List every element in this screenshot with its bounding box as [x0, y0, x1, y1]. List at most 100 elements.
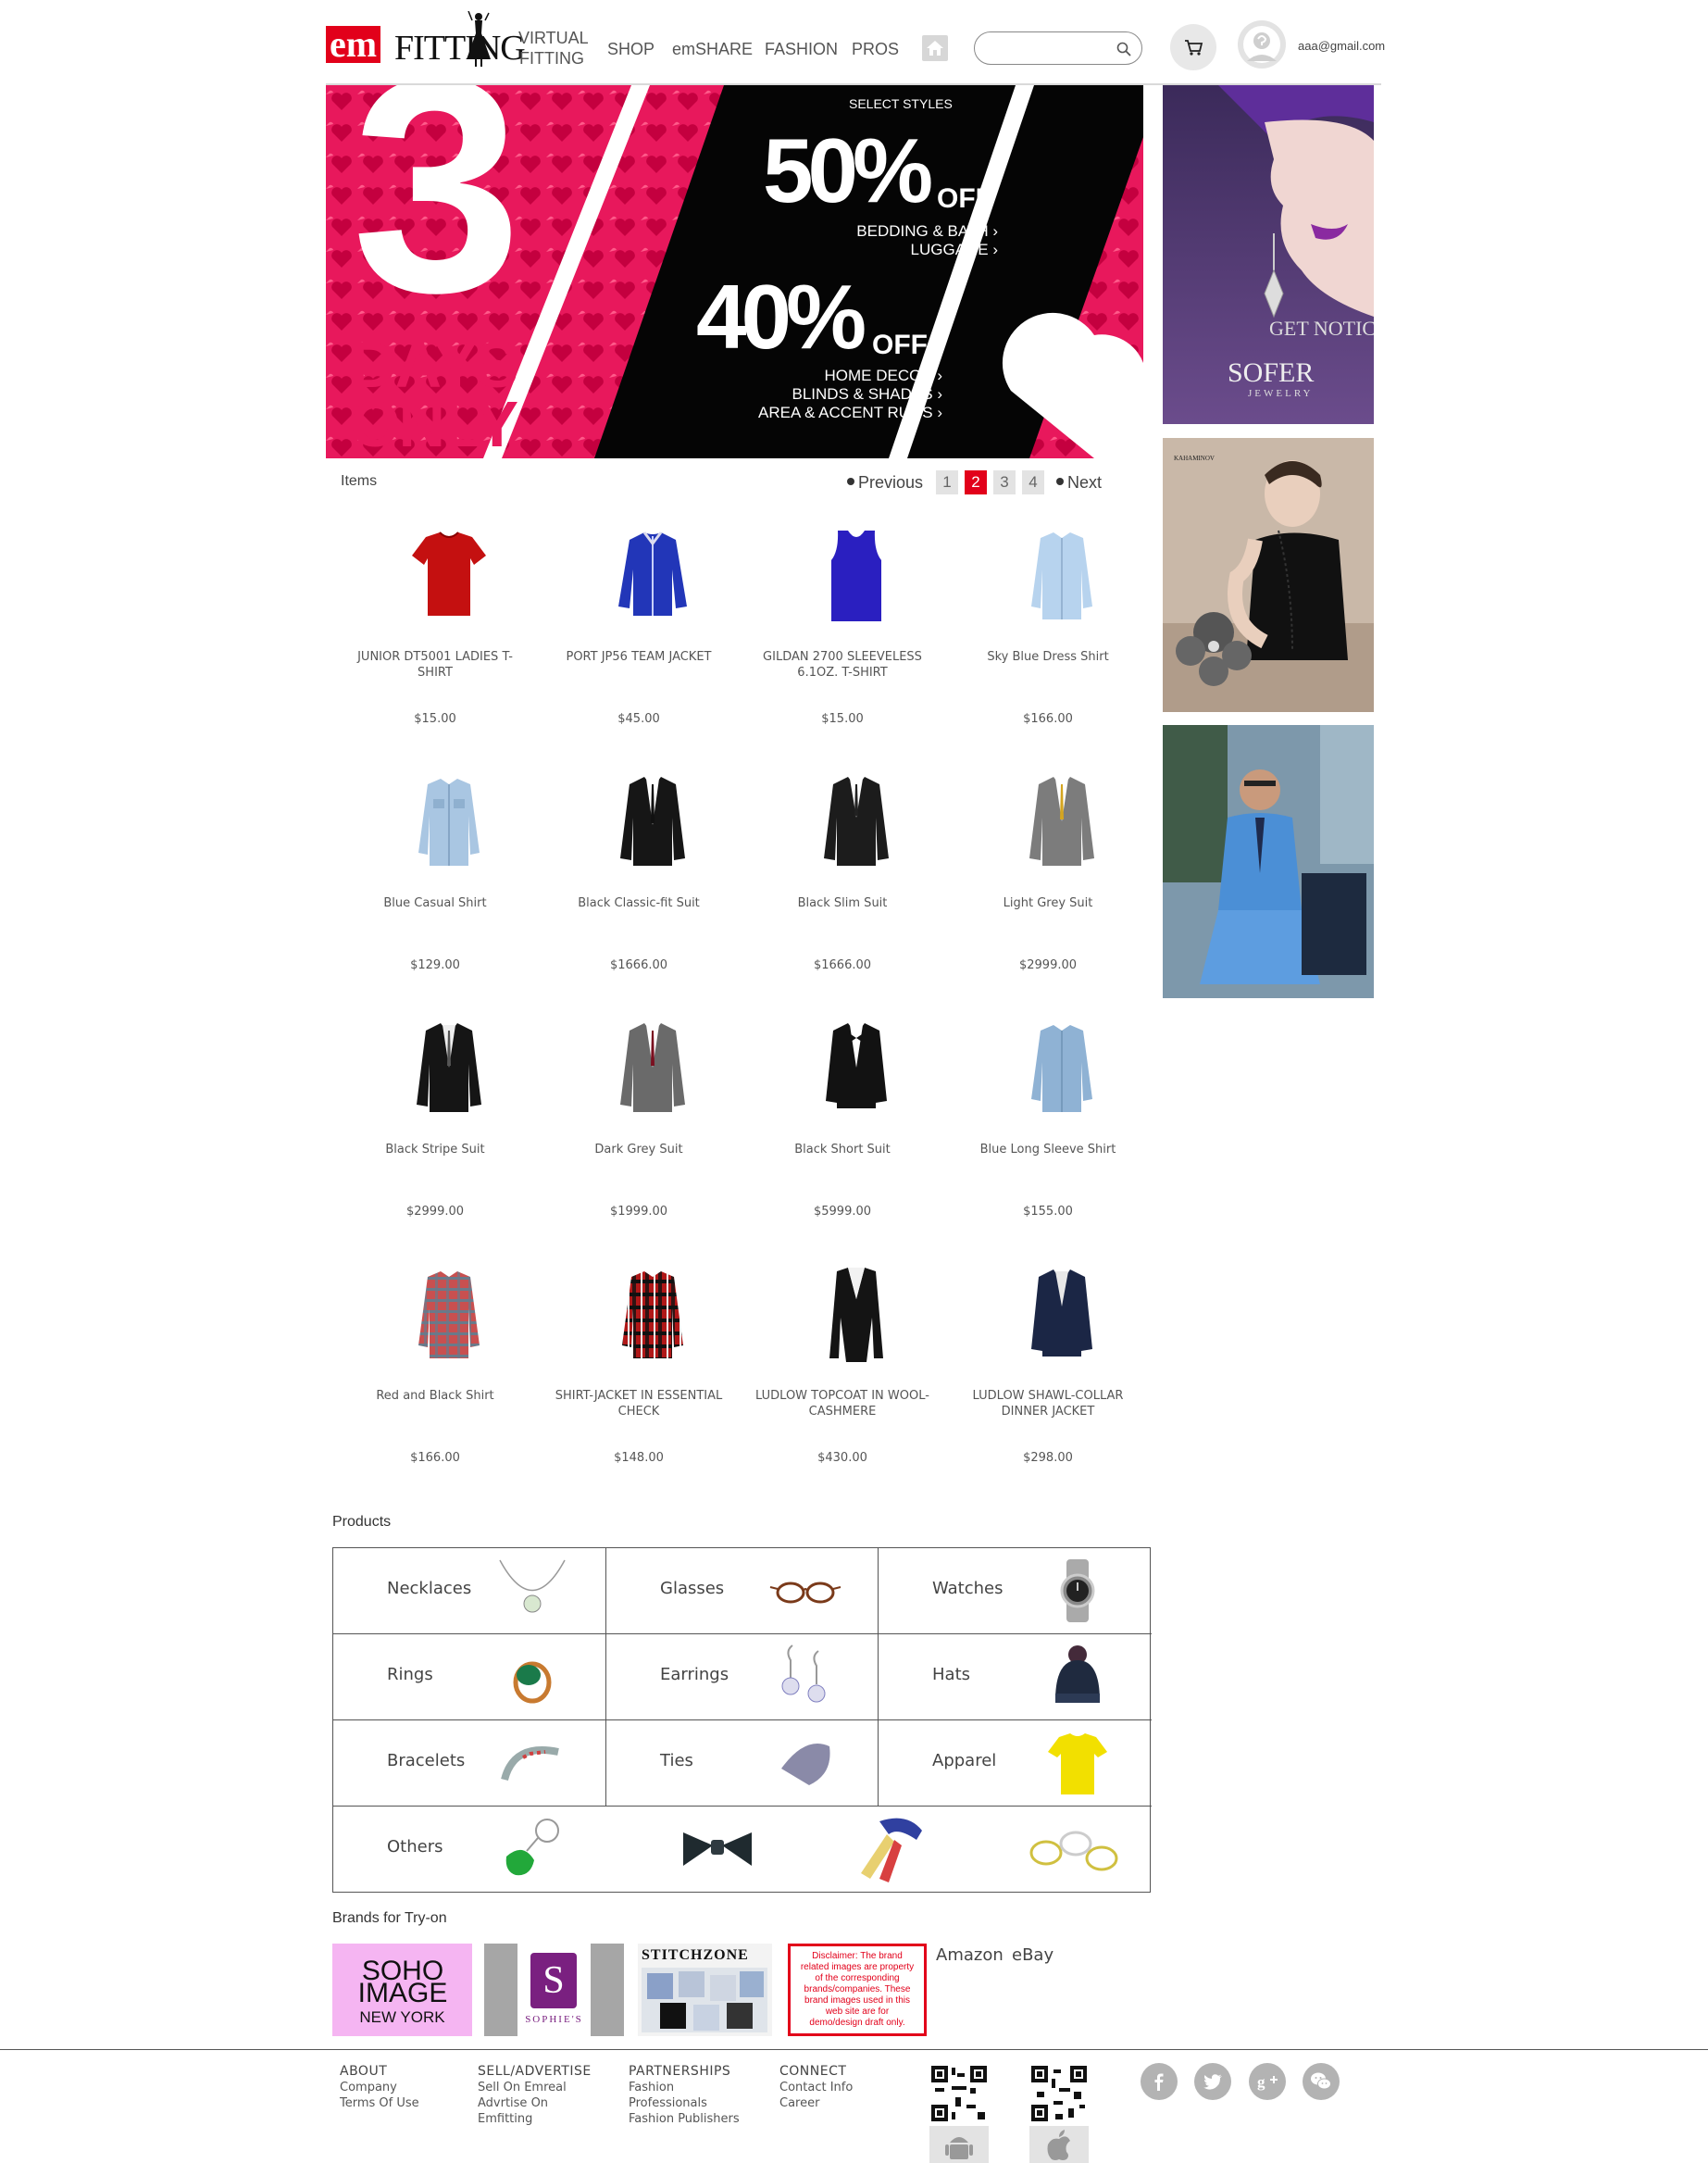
pager-previous-label: Previous — [858, 473, 924, 492]
category-label: Ties — [660, 1751, 693, 1770]
twitter-icon — [1203, 2074, 1222, 2090]
ios-download[interactable] — [1029, 2126, 1089, 2163]
footer-link-career[interactable]: Career — [779, 2095, 853, 2111]
cart-button[interactable] — [1170, 24, 1216, 70]
footer-divider — [0, 2049, 1708, 2050]
category-earrings[interactable]: Earrings — [606, 1634, 879, 1720]
product-price: $298.00 — [1023, 1451, 1073, 1465]
kahaminov-brand: KAHAMINOV — [1174, 455, 1215, 462]
category-necklaces[interactable]: Necklaces — [333, 1548, 606, 1634]
footer-partnerships: PARTNERSHIPS Fashion Professionals Fashi… — [629, 2064, 740, 2127]
nav-emshare[interactable]: emSHARE — [672, 39, 753, 59]
category-hats[interactable]: Hats — [879, 1634, 1152, 1720]
category-grid: Necklaces Glasses Watches Rings Earrings… — [332, 1547, 1152, 1893]
ad-men-fashion[interactable] — [1163, 725, 1374, 998]
ad-kahaminov[interactable]: KAHAMINOV — [1163, 438, 1374, 712]
category-bracelets[interactable]: Bracelets — [333, 1720, 606, 1807]
nav-pros[interactable]: PROS — [852, 39, 899, 59]
model-portrait-image: GET NOTICED SOFER JEWELRY — [1163, 85, 1374, 424]
header: em FITTING VIRTUAL FITTING SHOP emSHARE … — [326, 0, 1385, 85]
twitter-button[interactable] — [1194, 2063, 1231, 2100]
footer-link-professionals[interactable]: Professionals — [629, 2095, 740, 2111]
google-plus-button[interactable]: g — [1249, 2063, 1286, 2100]
banner-days: DAYS — [350, 329, 518, 401]
search-icon[interactable] — [1116, 41, 1132, 57]
pager-page-4[interactable]: 4 — [1022, 470, 1044, 494]
brand-ebay-link[interactable]: eBay — [1012, 1945, 1053, 1965]
footer-link-sell-on-emreal[interactable]: Sell On Emreal — [478, 2080, 592, 2095]
brand-soho-image[interactable]: SOHO IMAGE NEW YORK — [332, 1944, 472, 2036]
wechat-button[interactable] — [1303, 2063, 1340, 2100]
pager-next[interactable]: Next — [1056, 473, 1102, 493]
product-price: $1999.00 — [609, 1205, 668, 1219]
navy-jacket-image — [1031, 1269, 1092, 1357]
facebook-icon — [1154, 2073, 1164, 2091]
product-price: $166.00 — [1023, 712, 1073, 726]
shopping-cart-icon — [1185, 40, 1203, 56]
category-glasses[interactable]: Glasses — [606, 1548, 879, 1634]
android-qr-code[interactable] — [929, 2064, 989, 2123]
product-price: $430.00 — [817, 1451, 867, 1465]
black-suit-image — [417, 1023, 481, 1112]
footer-link-contact-info[interactable]: Contact Info — [779, 2080, 853, 2095]
banner-off-1: OFF — [937, 183, 992, 214]
banner-deal-2: HOME DECOR › BLINDS & SHADES › AREA & AC… — [705, 367, 942, 422]
banner-days-only: DAYS ONLY — [350, 329, 518, 456]
footer-link-fashion-publishers[interactable]: Fashion Publishers — [629, 2111, 740, 2127]
category-others[interactable]: Others — [333, 1807, 1152, 1893]
brand-stitchzone[interactable]: STITCHZONE — [638, 1944, 772, 2036]
category-ties[interactable]: Ties — [606, 1720, 879, 1807]
model-jewelry-image: KAHAMINOV — [1163, 438, 1374, 712]
category-label: Necklaces — [387, 1579, 472, 1598]
nav-shop[interactable]: SHOP — [607, 39, 655, 59]
footer-sell-heading: SELL/ADVERTISE — [478, 2064, 592, 2079]
promo-banner[interactable]: 3 DAYS ONLY SELECT STYLES 50% OFF BEDDIN… — [326, 85, 1143, 458]
banner-home-decor: HOME DECOR › — [824, 367, 943, 384]
nav-fashion[interactable]: FASHION — [765, 39, 838, 59]
banner-rugs: AREA & ACCENT RUGS › — [757, 404, 942, 421]
ios-qr-code[interactable] — [1029, 2064, 1089, 2123]
user-avatar[interactable] — [1238, 20, 1286, 69]
footer-link-emfitting[interactable]: Emfitting — [478, 2111, 592, 2127]
category-apparel[interactable]: Apparel — [879, 1720, 1152, 1807]
pager-page-1[interactable]: 1 — [936, 470, 958, 494]
pager-page-3[interactable]: 3 — [993, 470, 1016, 494]
svg-text:g: g — [1257, 2073, 1265, 2091]
footer-link-advertise-on[interactable]: Advrtise On — [478, 2095, 592, 2111]
product-price: $2999.00 — [405, 1205, 465, 1219]
product-price: $166.00 — [410, 1451, 460, 1465]
ad-sofer-jewelry[interactable]: GET NOTICED SOFER JEWELRY — [1163, 85, 1374, 424]
bullet-icon — [1056, 478, 1064, 485]
earrings-icon — [781, 1644, 826, 1703]
user-email[interactable]: aaa@gmail.com — [1298, 39, 1385, 53]
tshirt-icon — [1048, 1733, 1107, 1794]
pager-previous[interactable]: Previous — [847, 473, 923, 493]
pager-page-2[interactable]: 2 — [965, 470, 987, 494]
bracelet-icon — [501, 1746, 559, 1782]
category-label: Watches — [932, 1579, 1004, 1598]
banner-40-percent: 40% — [696, 266, 866, 368]
footer-about: ABOUT Company Terms Of Use — [340, 2064, 419, 2111]
brand-amazon-link[interactable]: Amazon — [936, 1945, 1004, 1965]
grey-suit-image — [1029, 777, 1094, 866]
android-download[interactable] — [929, 2126, 989, 2163]
brand-sophies[interactable]: S SOPHIE'S — [484, 1944, 624, 2036]
black-suit-image — [824, 777, 889, 866]
footer-link-terms[interactable]: Terms Of Use — [340, 2095, 419, 2111]
category-rings[interactable]: Rings — [333, 1634, 606, 1720]
bullet-icon — [847, 478, 854, 485]
banner-deal-1: BEDDING & BATH › LUGGAGE › — [822, 222, 998, 259]
red-tshirt-image — [412, 531, 486, 616]
footer-link-fashion[interactable]: Fashion — [629, 2080, 740, 2095]
footer-link-company[interactable]: Company — [340, 2080, 419, 2095]
facebook-button[interactable] — [1141, 2063, 1178, 2100]
category-watches[interactable]: Watches — [879, 1548, 1152, 1634]
home-button[interactable] — [922, 35, 948, 61]
emfitting-logo[interactable]: em FITTING — [326, 11, 526, 69]
plaid-shirt-image — [622, 1271, 683, 1358]
product-name: Black Classic-fit Suit — [578, 896, 700, 910]
soho-logo-text: SOHO IMAGE — [356, 1957, 449, 2007]
product-name: Sky Blue Dress Shirt — [987, 650, 1109, 664]
search-input[interactable] — [984, 38, 1114, 58]
nav-virtual-fitting[interactable]: VIRTUAL FITTING — [518, 28, 589, 69]
